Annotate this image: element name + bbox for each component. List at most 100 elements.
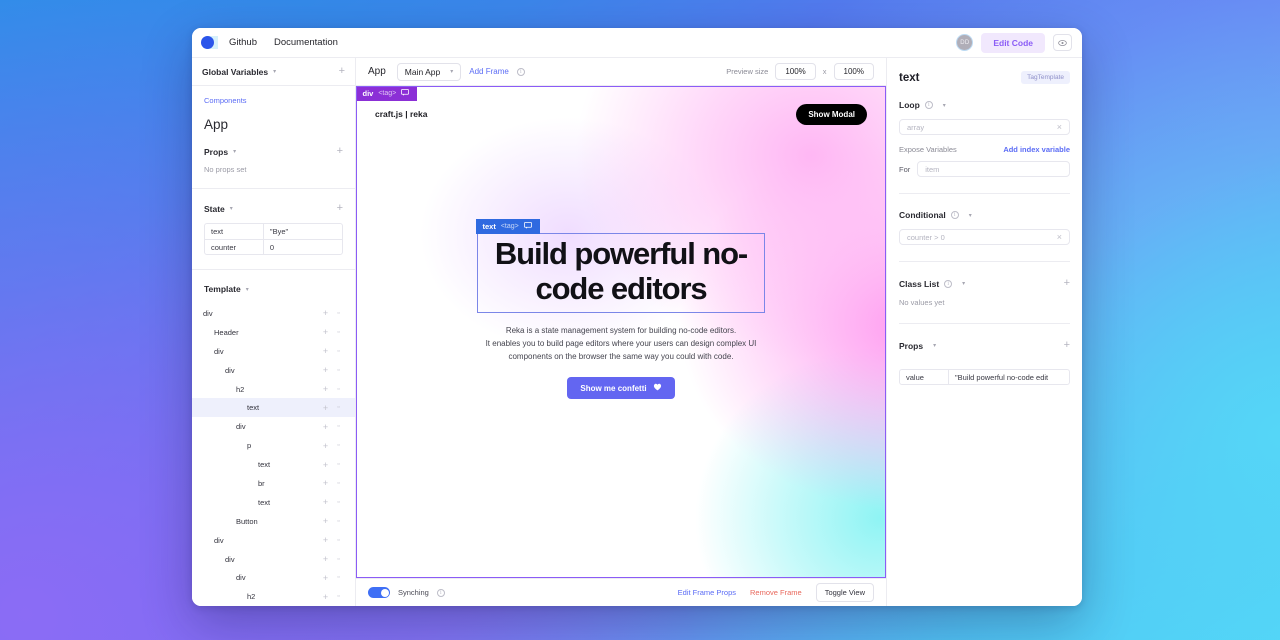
plus-icon[interactable]: + [319, 460, 332, 470]
plus-icon[interactable]: + [339, 66, 345, 77]
plus-icon[interactable]: + [319, 384, 332, 394]
selected-node-badge-text[interactable]: text <tag> [475, 218, 540, 234]
info-icon[interactable]: i [944, 279, 953, 288]
info-icon[interactable]: i [924, 101, 933, 109]
chevron-down-icon[interactable]: ▾ [943, 102, 946, 109]
plus-icon[interactable]: + [319, 478, 332, 488]
loop-header[interactable]: Loop i ▾ [899, 84, 1070, 119]
global-variables-header[interactable]: Global Variables ▾ + [192, 58, 355, 86]
sync-toggle[interactable] [368, 587, 390, 598]
chevron-down-icon[interactable]: ▾ [246, 286, 249, 293]
square-icon[interactable]: ▫ [332, 348, 345, 355]
tree-node-text[interactable]: text + ▫ [192, 493, 355, 512]
right-props-header[interactable]: Props ▾ + [899, 324, 1070, 360]
add-index-variable-button[interactable]: Add index variable [1003, 145, 1070, 154]
state-header[interactable]: State ▾ + [204, 189, 343, 214]
plus-icon[interactable]: + [337, 203, 343, 214]
avatar[interactable]: DD [956, 34, 974, 51]
plus-icon[interactable]: + [319, 403, 332, 413]
edit-frame-props-button[interactable]: Edit Frame Props [678, 588, 736, 597]
square-icon[interactable]: ▫ [332, 442, 345, 449]
square-icon[interactable]: ▫ [332, 386, 345, 393]
plus-icon[interactable]: + [337, 146, 343, 157]
table-row[interactable]: text "Bye" [205, 224, 342, 239]
components-link[interactable]: Components [192, 86, 355, 105]
nav-item-github[interactable]: Github [229, 37, 257, 48]
comment-icon[interactable] [401, 88, 410, 98]
tree-node-div[interactable]: div + ▫ [192, 531, 355, 550]
tree-node-div[interactable]: div + ▫ [192, 568, 355, 587]
toggle-view-button[interactable]: Toggle View [815, 583, 874, 602]
plus-icon[interactable]: + [319, 497, 332, 507]
table-row[interactable]: counter 0 [205, 239, 342, 254]
info-icon[interactable]: i [950, 211, 959, 219]
info-icon[interactable]: i [436, 588, 445, 597]
plus-icon[interactable]: + [319, 592, 332, 602]
square-icon[interactable]: ▫ [332, 499, 345, 506]
loop-array-input[interactable]: array × [899, 119, 1070, 135]
close-icon[interactable]: × [1057, 122, 1062, 132]
square-icon[interactable]: ▫ [332, 574, 345, 581]
plus-icon[interactable]: + [319, 346, 332, 356]
selected-node-badge-div[interactable]: div <tag> [357, 87, 418, 101]
plus-icon[interactable]: + [319, 441, 332, 451]
plus-icon[interactable]: + [1064, 278, 1070, 289]
tree-node-div[interactable]: div + ▫ [192, 304, 355, 323]
square-icon[interactable]: ▫ [332, 423, 345, 430]
comment-icon[interactable] [523, 221, 532, 231]
plus-icon[interactable]: + [319, 308, 332, 318]
add-frame-button[interactable]: Add Frame [469, 67, 509, 76]
close-icon[interactable]: × [1057, 232, 1062, 242]
canvas-stage[interactable]: div <tag> craft.js | reka Show Modal tex… [356, 86, 886, 578]
tree-node-h2[interactable]: h2 + ▫ [192, 587, 355, 606]
square-icon[interactable]: ▫ [332, 593, 345, 600]
tree-node-div[interactable]: div + ▫ [192, 417, 355, 436]
chevron-down-icon[interactable]: ▾ [233, 148, 236, 155]
class-list-header[interactable]: Class List i ▾ + [899, 262, 1070, 298]
table-row[interactable]: value "Build powerful no-code edit [899, 369, 1070, 385]
preview-height-input[interactable]: 100% [833, 63, 874, 80]
plus-icon[interactable]: + [319, 422, 332, 432]
preview-width-input[interactable]: 100% [775, 63, 816, 80]
square-icon[interactable]: ▫ [332, 537, 345, 544]
conditional-header[interactable]: Conditional i ▾ [899, 194, 1070, 229]
square-icon[interactable]: ▫ [332, 518, 345, 525]
tree-node-h2[interactable]: h2 + ▫ [192, 380, 355, 399]
remove-frame-button[interactable]: Remove Frame [750, 588, 802, 597]
eye-icon[interactable] [1053, 34, 1072, 51]
plus-icon[interactable]: + [319, 573, 332, 583]
edit-code-button[interactable]: Edit Code [981, 32, 1045, 53]
tree-node-div[interactable]: div + ▫ [192, 550, 355, 569]
square-icon[interactable]: ▫ [332, 310, 345, 317]
chevron-down-icon[interactable]: ▾ [969, 212, 972, 219]
plus-icon[interactable]: + [319, 535, 332, 545]
plus-icon[interactable]: + [319, 554, 332, 564]
chevron-down-icon[interactable]: ▾ [273, 68, 276, 75]
chevron-down-icon[interactable]: ▾ [962, 280, 965, 287]
show-modal-button[interactable]: Show Modal [796, 104, 867, 125]
plus-icon[interactable]: + [319, 365, 332, 375]
tree-node-text[interactable]: text + ▫ [192, 398, 355, 418]
info-icon[interactable]: i [516, 67, 525, 76]
square-icon[interactable]: ▫ [332, 461, 345, 468]
tree-node-Header[interactable]: Header + ▫ [192, 323, 355, 342]
square-icon[interactable]: ▫ [332, 404, 345, 411]
tree-node-text[interactable]: text + ▫ [192, 455, 355, 474]
tree-node-div[interactable]: div + ▫ [192, 361, 355, 380]
tree-node-Button[interactable]: Button + ▫ [192, 512, 355, 531]
plus-icon[interactable]: + [319, 516, 332, 526]
plus-icon[interactable]: + [319, 327, 332, 337]
chevron-down-icon[interactable]: ▾ [933, 342, 936, 349]
show-confetti-button[interactable]: Show me confetti [567, 377, 675, 399]
template-header[interactable]: Template ▾ [192, 270, 355, 304]
square-icon[interactable]: ▫ [332, 480, 345, 487]
hero-heading-box[interactable]: Build powerful no-code editors [477, 233, 765, 313]
square-icon[interactable]: ▫ [332, 329, 345, 336]
nav-item-documentation[interactable]: Documentation [274, 37, 338, 48]
square-icon[interactable]: ▫ [332, 367, 345, 374]
tree-node-p[interactable]: p + ▫ [192, 436, 355, 455]
for-item-input[interactable]: item [917, 161, 1070, 177]
left-sidebar-scroll[interactable]: Components App Props ▾ + No props set St… [192, 86, 355, 606]
square-icon[interactable]: ▫ [332, 556, 345, 563]
tree-node-br[interactable]: br + ▫ [192, 474, 355, 493]
